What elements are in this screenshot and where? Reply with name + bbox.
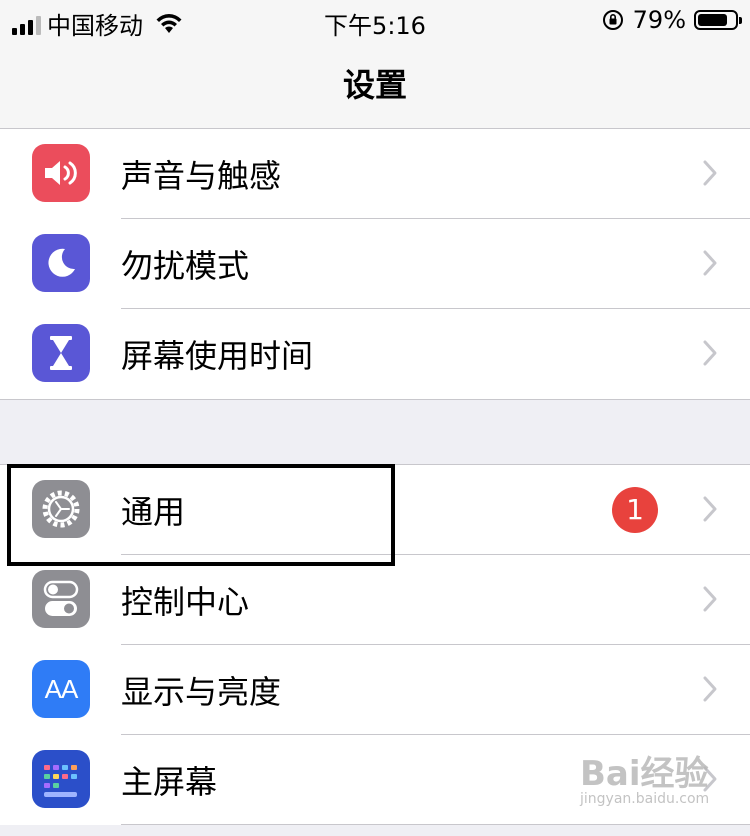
settings-row-do-not-disturb[interactable]: 勿扰模式 [0, 219, 750, 309]
gear-icon [32, 480, 90, 538]
settings-row-label: 显示与亮度 [121, 673, 282, 711]
row-separator [121, 824, 750, 825]
navigation-bar: 设置 [0, 40, 750, 129]
settings-row-label: 控制中心 [121, 583, 250, 621]
chevron-right-icon [703, 340, 717, 366]
settings-row-label: 勿扰模式 [121, 247, 250, 285]
text-size-icon: AA [32, 660, 90, 718]
battery-icon [694, 10, 742, 30]
settings-group-1: 声音与触感 勿扰模式 屏幕使用时间 [0, 129, 750, 400]
settings-row-label: 屏幕使用时间 [121, 337, 314, 375]
home-grid-icon [32, 750, 90, 808]
settings-row-display-brightness[interactable]: AA 显示与亮度 [0, 645, 750, 735]
notification-badge: 1 [612, 487, 658, 533]
toggles-icon [32, 570, 90, 628]
hourglass-icon [32, 324, 90, 382]
chevron-right-icon [703, 586, 717, 612]
settings-row-general[interactable]: 通用 1 [0, 465, 750, 555]
page-title: 设置 [342, 66, 407, 104]
chevron-right-icon [703, 250, 717, 276]
settings-row-sounds[interactable]: 声音与触感 [0, 129, 750, 219]
moon-icon [32, 234, 90, 292]
speaker-icon [32, 144, 90, 202]
watermark-main: Bai经验 [580, 754, 709, 794]
watermark: Bai经验 jingyan.baidu.com [580, 746, 709, 807]
settings-row-label: 声音与触感 [121, 157, 282, 195]
chevron-right-icon [703, 160, 717, 186]
settings-row-label: 通用 [121, 493, 186, 531]
text-size-glyph: AA [44, 673, 79, 704]
chevron-right-icon [703, 676, 717, 702]
status-bar: 中国移动 下午5:16 79% [0, 0, 750, 40]
rotation-lock-icon [602, 10, 623, 30]
settings-row-label: 主屏幕 [121, 763, 218, 801]
battery-percentage: 79% [632, 6, 686, 34]
watermark-url: jingyan.baidu.com [580, 791, 710, 807]
chevron-right-icon [703, 496, 717, 522]
status-right: 79% [601, 6, 742, 34]
settings-row-control-center[interactable]: 控制中心 [0, 555, 750, 645]
settings-row-screen-time[interactable]: 屏幕使用时间 [0, 309, 750, 399]
